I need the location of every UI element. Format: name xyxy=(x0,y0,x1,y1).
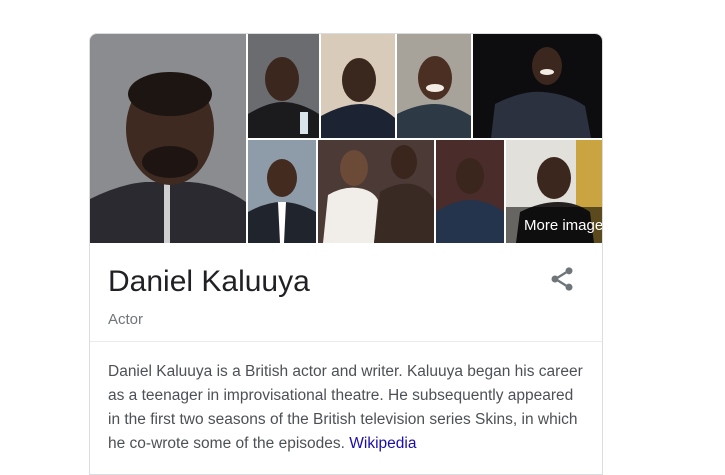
more-images-label[interactable]: More images xyxy=(524,217,602,234)
entity-subtitle: Actor xyxy=(108,311,144,328)
photo-7[interactable] xyxy=(318,140,434,243)
wikipedia-link[interactable]: Wikipedia xyxy=(349,435,416,452)
entity-description: Daniel Kaluuya is a British actor and wr… xyxy=(108,363,583,452)
entity-title: Daniel Kaluuya xyxy=(108,265,310,298)
photo-4[interactable] xyxy=(397,34,471,138)
more-images-tile[interactable]: More images xyxy=(506,140,602,243)
photo-5[interactable] xyxy=(473,34,602,138)
photo-2[interactable] xyxy=(248,34,319,138)
image-gallery: More images xyxy=(90,34,602,243)
main-photo[interactable] xyxy=(90,34,246,243)
photo-8[interactable] xyxy=(436,140,504,243)
knowledge-panel: More images Daniel Kaluuya Actor Daniel … xyxy=(89,33,603,475)
entity-description-block: Daniel Kaluuya is a British actor and wr… xyxy=(108,360,588,456)
title-section: Daniel Kaluuya Actor xyxy=(90,243,602,342)
share-icon[interactable] xyxy=(548,265,576,293)
photo-6[interactable] xyxy=(248,140,316,243)
more-images-overlay[interactable]: More images xyxy=(506,207,602,243)
photo-3[interactable] xyxy=(321,34,395,138)
